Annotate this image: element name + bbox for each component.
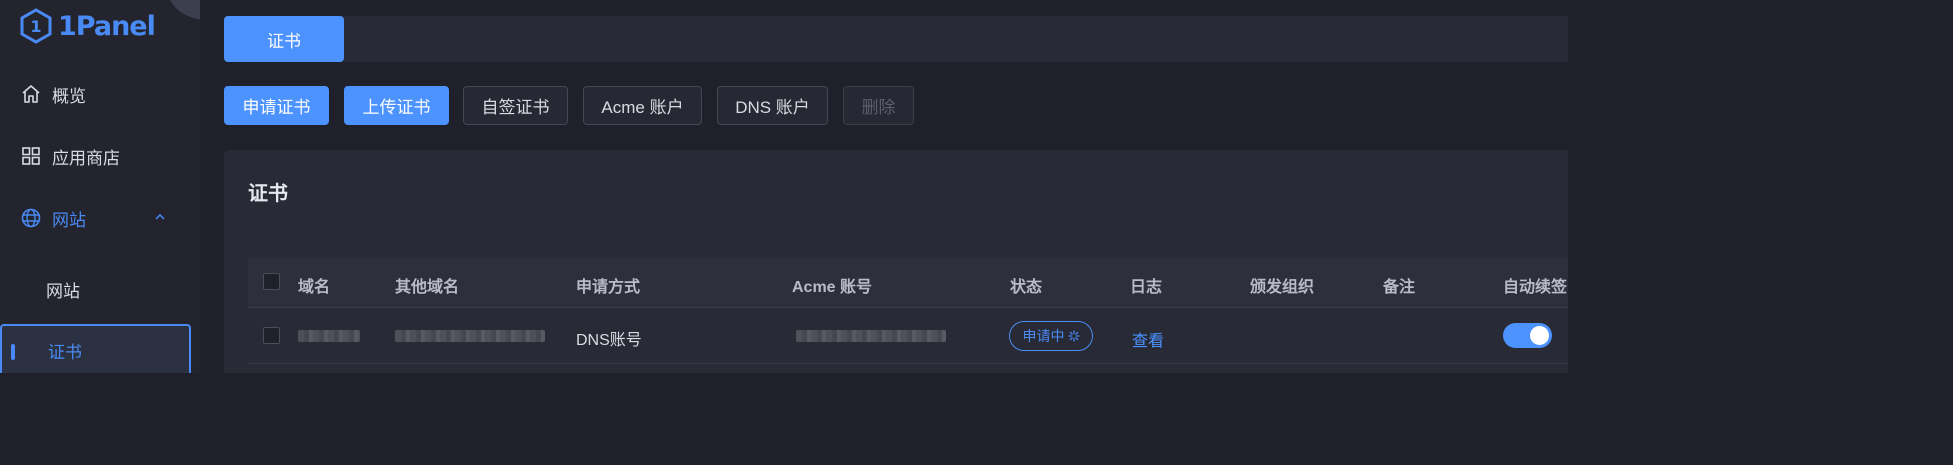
table-header: 域名 其他域名 申请方式 Acme 账号 状态 日志 颁发组织 备注 自动续签 (248, 258, 1568, 308)
tab-bar: 证书 (224, 16, 1568, 62)
apply-method-cell: DNS账号 (576, 332, 642, 349)
column-header-domain: 域名 (298, 279, 331, 296)
home-icon (20, 83, 42, 105)
column-header-auto-renew: 自动续签 (1503, 279, 1568, 296)
apply-certificate-button[interactable]: 申请证书 (224, 86, 329, 125)
redacted-other-domains (395, 330, 545, 342)
sidebar-item-overview[interactable]: 概览 (0, 74, 200, 114)
column-header-issuer: 颁发组织 (1250, 279, 1315, 296)
svg-text:1: 1 (30, 17, 41, 36)
toggle-knob (1530, 326, 1549, 345)
self-signed-certificate-button[interactable]: 自签证书 (463, 86, 568, 125)
sidebar-item-websites[interactable]: 网站 (0, 198, 200, 238)
chevron-up-icon[interactable] (153, 210, 167, 224)
sidebar-item-label: 应用商店 (52, 148, 120, 168)
table-row: DNS账号 申请中 查看 (248, 308, 1568, 364)
card-title: 证书 (248, 183, 288, 205)
grid-icon (20, 145, 42, 167)
upload-certificate-button[interactable]: 上传证书 (344, 86, 449, 125)
sidebar-subitem-certificates[interactable]: 证书 (0, 324, 191, 373)
redacted-domain (298, 330, 360, 342)
column-header-remark: 备注 (1383, 279, 1416, 296)
column-header-acme-account: Acme 账号 (792, 279, 873, 296)
sidebar-item-label: 概览 (52, 86, 86, 106)
auto-renew-toggle[interactable] (1503, 323, 1552, 348)
sidebar-item-app-store[interactable]: 应用商店 (0, 136, 200, 176)
app-window: 1 1Panel 概览 应用商店 网站 网站 证书 证书 申请证书 上传证书 自… (0, 0, 1568, 373)
column-header-other-domains: 其他域名 (395, 279, 460, 296)
sidebar-subitem-label: 网站 (46, 281, 80, 301)
sidebar-subitem-label: 证书 (48, 342, 82, 362)
status-text: 申请中 (1022, 328, 1065, 344)
column-header-log: 日志 (1130, 279, 1163, 296)
logo-text: 1Panel (58, 10, 156, 42)
tab-certificates[interactable]: 证书 (224, 16, 344, 62)
delete-button: 删除 (843, 86, 914, 125)
globe-icon (20, 207, 42, 229)
column-header-status: 状态 (1010, 279, 1043, 296)
app-logo[interactable]: 1 1Panel (20, 6, 156, 46)
acme-account-button[interactable]: Acme 账户 (583, 86, 702, 125)
column-header-apply-method: 申请方式 (576, 279, 641, 296)
redacted-acme-account (796, 330, 946, 342)
certificates-card: 证书 域名 其他域名 申请方式 Acme 账号 状态 日志 颁发组织 备注 自动… (224, 150, 1568, 373)
status-badge: 申请中 (1009, 321, 1093, 351)
decorative-blob (168, 0, 200, 20)
row-checkbox[interactable] (263, 327, 280, 344)
select-all-checkbox[interactable] (263, 273, 280, 290)
sidebar-subitem-websites[interactable]: 网站 (0, 269, 200, 309)
view-log-link[interactable]: 查看 (1132, 327, 1164, 351)
logo-icon: 1 (20, 8, 52, 44)
loading-icon (1067, 330, 1080, 342)
dns-account-button[interactable]: DNS 账户 (717, 86, 828, 125)
sidebar-item-label: 网站 (52, 210, 86, 230)
sidebar: 1 1Panel 概览 应用商店 网站 网站 证书 (0, 0, 200, 373)
